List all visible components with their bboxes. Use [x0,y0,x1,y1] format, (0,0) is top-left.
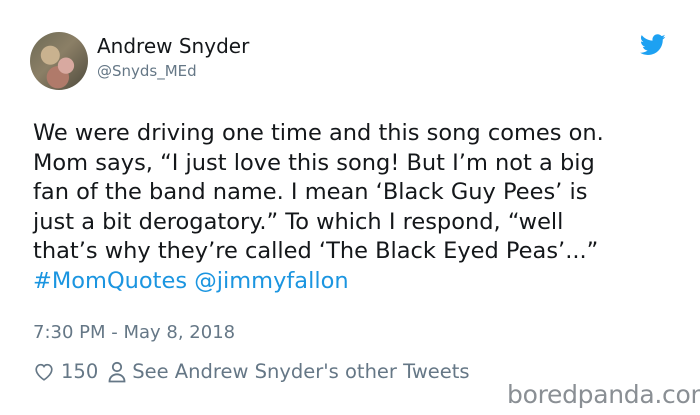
other-tweets-link[interactable]: See Andrew Snyder's other Tweets [132,360,469,383]
tweet-text-line: that’s why they’re called ‘The Black Eye… [33,238,599,264]
person-icon [108,361,126,382]
hashtag-link[interactable]: #MomQuotes [33,268,187,294]
display-name[interactable]: Andrew Snyder [97,34,249,58]
user-handle[interactable]: @Snyds_MEd [97,62,197,80]
tweet-links-line: #MomQuotes @jimmyfallon [33,267,683,297]
like-count[interactable]: 150 [61,360,98,383]
tweet-text: We were driving one time and this song c… [33,119,683,296]
mention-link[interactable]: @jimmyfallon [194,268,348,294]
twitter-bird-icon[interactable] [640,34,666,56]
tweet-text-line: We were driving one time and this song c… [33,120,604,146]
heart-icon[interactable] [33,361,55,383]
avatar[interactable] [30,32,88,90]
tweet-text-line: Mom says, “I just love this song! But I’… [33,149,595,176]
tweet-actions: 150 See Andrew Snyder's other Tweets [33,360,470,383]
tweet-timestamp[interactable]: 7:30 PM - May 8, 2018 [33,322,235,343]
tweet-text-line: fan of the band name. I mean ‘Black Guy … [33,179,588,205]
tweet-text-line: just a bit derogatory.” To which I respo… [33,208,564,235]
watermark: boredpanda.com [507,380,700,409]
